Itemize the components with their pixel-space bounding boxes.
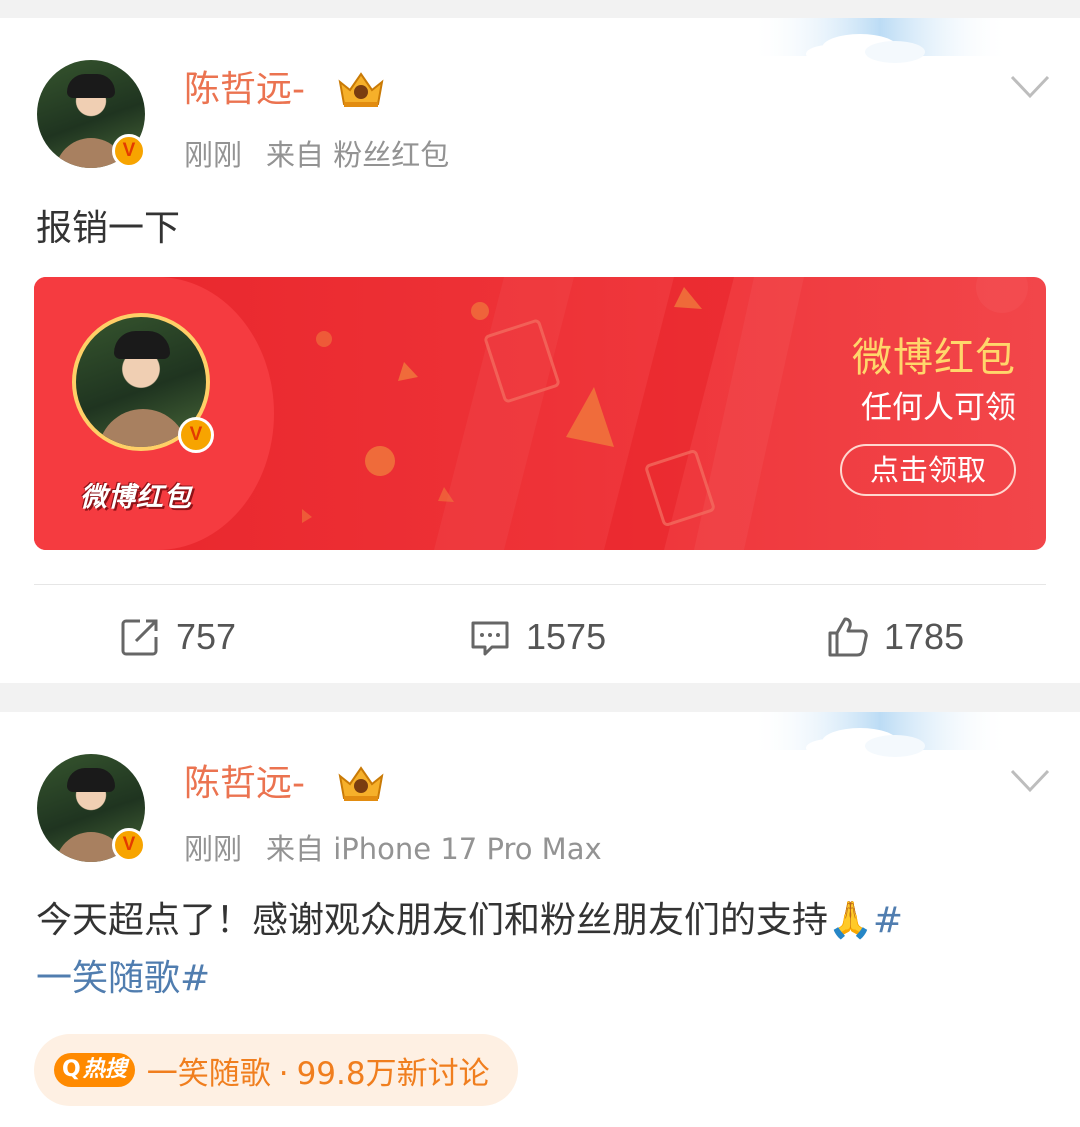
comment-button[interactable]: 1575 — [468, 612, 606, 662]
chevron-down-icon[interactable] — [1010, 768, 1050, 794]
post-card-1: V 陈哲远- 刚刚 来自 粉丝红包 报销一下 V 微博红包 微博红包 任何人可领… — [0, 18, 1080, 683]
crown-badge-icon — [338, 72, 384, 107]
sky-decoration — [750, 18, 1010, 63]
red-packet-title: 微博红包 — [852, 335, 1016, 381]
hot-separator: · — [278, 1055, 289, 1092]
post-text-main: 今天超点了！感谢观众朋友们和粉丝朋友们的支持 — [36, 900, 829, 941]
repost-button[interactable]: 757 — [118, 612, 236, 662]
post-source: 来自 粉丝红包 — [266, 138, 450, 172]
red-packet-card[interactable]: V 微博红包 微博红包 任何人可领 点击领取 — [34, 277, 1046, 550]
hot-search-pill[interactable]: Q 热搜 一笑随歌 · 99.8万新讨论 — [34, 1034, 518, 1106]
post-meta: 刚刚 来自 iPhone 17 Pro Max — [184, 832, 602, 866]
thumbs-up-icon — [828, 617, 868, 657]
author-name[interactable]: 陈哲远- — [184, 70, 305, 110]
comment-count: 1575 — [526, 616, 607, 657]
hot-search-tag: Q 热搜 — [54, 1053, 135, 1087]
hot-topic: 一笑随歌 — [146, 1055, 271, 1092]
post-time: 刚刚 — [184, 138, 243, 172]
chevron-down-icon[interactable] — [1010, 74, 1050, 100]
pray-emoji-icon: 🙏 — [828, 900, 873, 941]
claim-button[interactable]: 点击领取 — [840, 444, 1016, 496]
hot-search-label: 热搜 — [82, 1057, 127, 1082]
hot-stat: 99.8万新讨论 — [296, 1055, 490, 1092]
verified-badge-icon: V — [112, 828, 146, 862]
post-meta: 刚刚 来自 粉丝红包 — [184, 138, 449, 172]
post-time: 刚刚 — [184, 832, 243, 866]
red-packet-subtitle: 任何人可领 — [861, 390, 1016, 426]
like-count: 1785 — [884, 616, 965, 657]
comment-icon — [471, 621, 509, 656]
verified-badge-icon: V — [112, 134, 146, 168]
hot-search-text: 一笑随歌 · 99.8万新讨论 — [147, 1048, 490, 1093]
like-button[interactable]: 1785 — [826, 612, 964, 662]
post-text: 报销一下 — [36, 208, 181, 249]
search-icon: Q — [62, 1057, 81, 1082]
red-packet-brand-logo: 微博红包 — [80, 482, 192, 513]
post-text: 今天超点了！感谢观众朋友们和粉丝朋友们的支持🙏# 一笑随歌# — [36, 892, 1036, 1008]
author-name[interactable]: 陈哲远- — [184, 764, 305, 804]
topic-link[interactable]: 一笑随歌# — [36, 958, 210, 999]
red-packet-verified-icon: V — [178, 417, 214, 453]
repost-count: 757 — [176, 616, 237, 657]
post-card-2: V 陈哲远- 刚刚 来自 iPhone 17 Pro Max 今天超点了！感谢观众… — [0, 712, 1080, 1127]
action-divider — [34, 584, 1046, 585]
share-icon — [121, 619, 158, 656]
crown-badge-icon — [338, 766, 384, 801]
post-source: 来自 iPhone 17 Pro Max — [266, 832, 602, 866]
sky-decoration — [750, 712, 1010, 757]
topic-link-start[interactable]: # — [873, 900, 903, 941]
